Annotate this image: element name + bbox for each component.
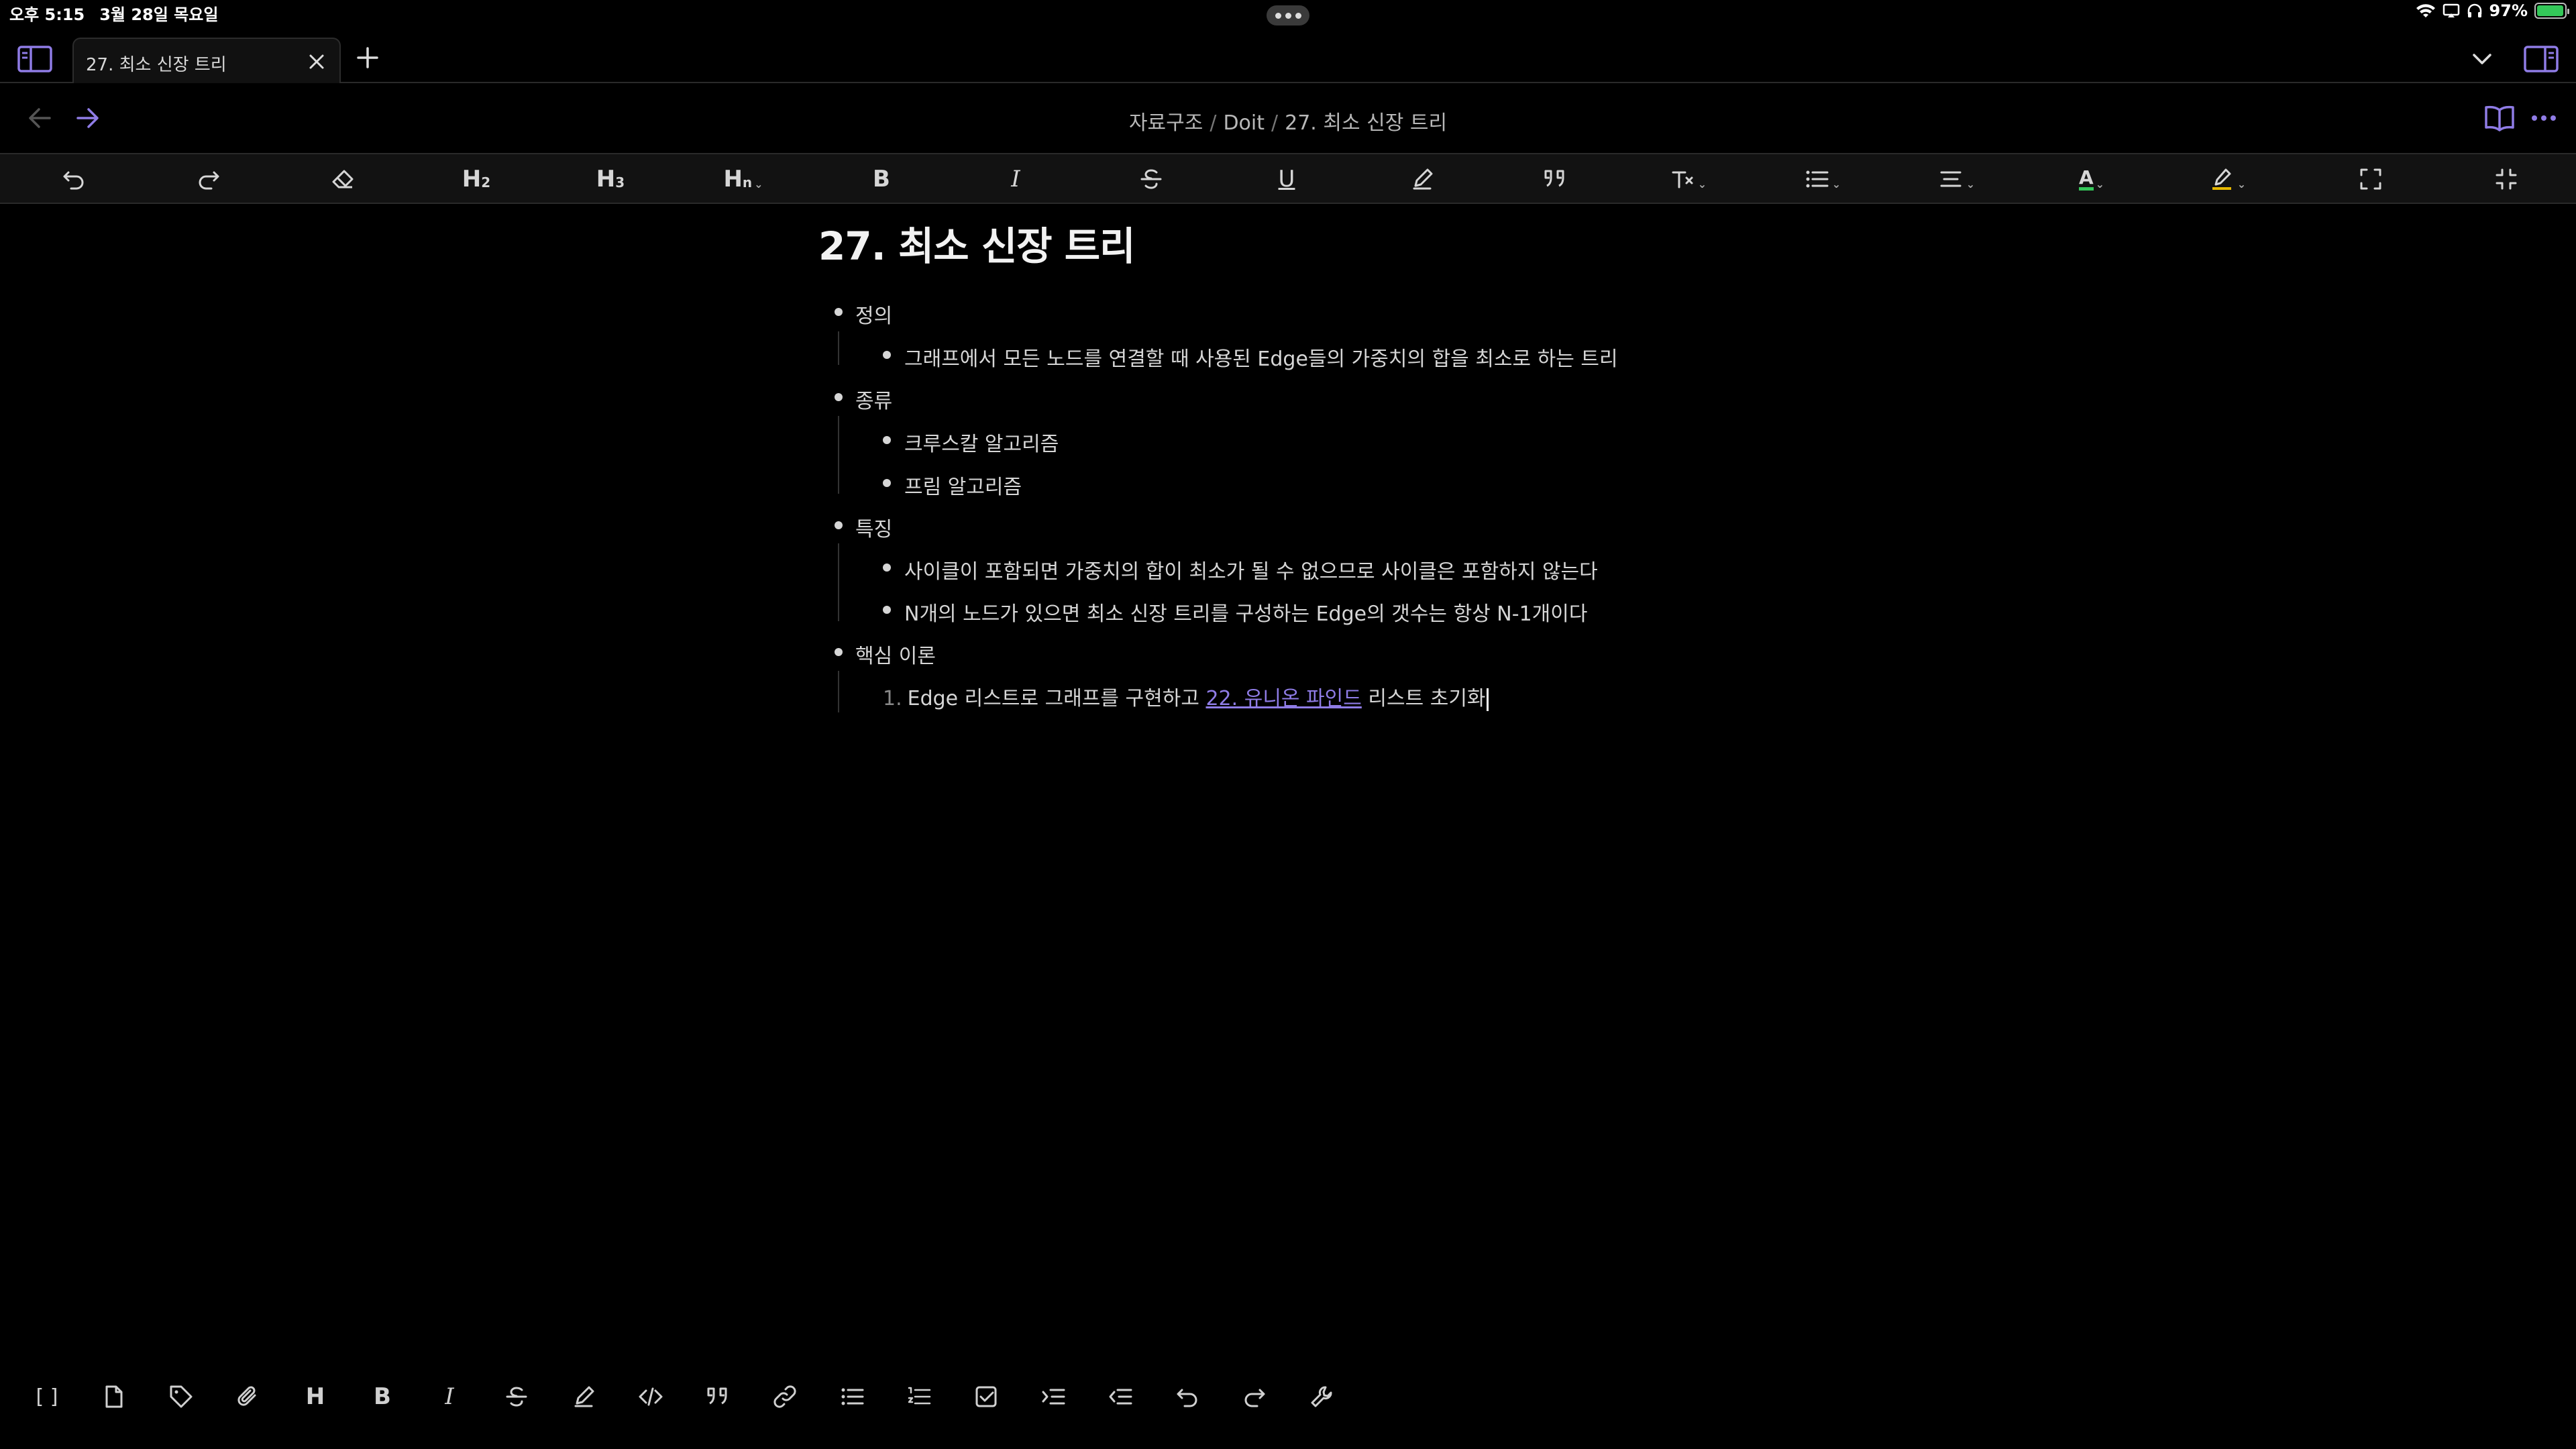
status-indicators: 97% — [2416, 1, 2569, 20]
list-bullet — [835, 648, 843, 656]
list-bullet — [835, 521, 843, 529]
undo-icon[interactable] — [54, 160, 94, 199]
italic-button[interactable]: I — [996, 160, 1036, 199]
breadcrumb-subfolder[interactable]: Doit — [1223, 111, 1265, 135]
breadcrumb: 자료구조 / Doit/27. 최소 신장 트리 — [1128, 111, 1448, 135]
paperclip-icon[interactable] — [229, 1378, 267, 1415]
page-title[interactable]: 27. 최소 신장 트리 — [818, 215, 1825, 271]
tab-bar: 27. 최소 신장 트리 — [0, 35, 2576, 83]
left-sidebar-toggle-icon[interactable] — [16, 44, 54, 74]
chevron-down-icon[interactable] — [2469, 47, 2496, 71]
navigation-bar: 자료구조 / Doit/27. 최소 신장 트리 — [0, 83, 2576, 153]
arrow-left-icon[interactable] — [25, 103, 55, 133]
indent-guide — [838, 543, 839, 621]
book-open-icon[interactable] — [2482, 102, 2517, 134]
list-item[interactable]: 사이클이 포함되면 가중치의 합이 최소가 될 수 없으므로 사이클은 포함하지… — [904, 555, 1598, 584]
status-datetime: 오후 5:15 3월 28일 목요일 — [9, 1, 233, 25]
highlighter-icon[interactable] — [1402, 160, 1442, 199]
quote-icon[interactable] — [1535, 160, 1575, 199]
close-icon[interactable] — [305, 50, 329, 74]
list-bullet — [883, 606, 891, 614]
text-cursor — [1486, 688, 1489, 711]
headphones-icon — [2467, 3, 2481, 17]
wikilink-button[interactable]: [ ] — [28, 1378, 66, 1415]
redo-icon[interactable] — [1236, 1378, 1273, 1415]
tab-title: 27. 최소 신장 트리 — [86, 55, 227, 75]
indent-icon[interactable] — [1034, 1378, 1072, 1415]
italic-button[interactable]: I — [431, 1378, 468, 1415]
right-sidebar-toggle-icon[interactable] — [2522, 44, 2560, 74]
indent-guide — [838, 416, 839, 494]
list-bullet — [835, 308, 843, 316]
eraser-icon[interactable] — [323, 160, 363, 199]
underline-button[interactable]: U — [1267, 160, 1307, 199]
list-bullet — [883, 351, 891, 359]
indent-guide — [838, 671, 839, 712]
bold-button[interactable]: B — [364, 1378, 401, 1415]
align-center-icon[interactable] — [1936, 160, 1976, 199]
list-item[interactable]: 프림 알고리즘 — [904, 470, 1022, 500]
bullet-list-icon[interactable] — [1802, 160, 1842, 199]
note-editor[interactable]: 27. 최소 신장 트리 — [818, 215, 1825, 271]
bold-button[interactable]: B — [861, 160, 902, 199]
heading-n-button[interactable]: Hn — [723, 160, 763, 199]
battery-percent: 97% — [2489, 1, 2528, 20]
file-icon[interactable] — [95, 1378, 133, 1415]
list-bullet — [883, 436, 891, 444]
strikethrough-icon[interactable] — [1131, 160, 1171, 199]
multitasking-dots[interactable] — [1267, 5, 1309, 25]
list-bullet — [883, 479, 891, 487]
bullet-list-icon[interactable] — [833, 1378, 871, 1415]
text-format-icon[interactable] — [1668, 160, 1708, 199]
ordered-list-item[interactable]: 1. Edge 리스트로 그래프를 구현하고 22. 유니온 파인드 리스트 초기… — [883, 682, 1489, 711]
breadcrumb-note[interactable]: 27. 최소 신장 트리 — [1285, 111, 1447, 135]
link-icon[interactable] — [766, 1378, 804, 1415]
highlight-color-icon[interactable] — [2207, 160, 2247, 199]
editor-toolbar: H2 H3 Hn B I U A — [0, 153, 2576, 204]
strikethrough-icon[interactable] — [498, 1378, 535, 1415]
code-icon[interactable] — [632, 1378, 669, 1415]
screen-mirror-icon — [2443, 3, 2459, 17]
new-tab-icon[interactable] — [354, 44, 381, 71]
arrow-right-icon[interactable] — [72, 103, 102, 133]
quote-icon[interactable] — [699, 1378, 737, 1415]
list-item[interactable]: 종류 — [855, 384, 892, 414]
list-bullet — [883, 564, 891, 572]
heading-button[interactable]: H — [297, 1378, 334, 1415]
status-date: 3월 28일 목요일 — [99, 5, 219, 24]
status-bar: 오후 5:15 3월 28일 목요일 97% — [0, 0, 2576, 27]
undo-icon[interactable] — [1169, 1378, 1206, 1415]
list-item[interactable]: 핵심 이론 — [855, 639, 936, 669]
numbered-list-icon[interactable] — [900, 1378, 938, 1415]
redo-icon[interactable] — [189, 160, 229, 199]
list-item[interactable]: 정의 — [855, 299, 892, 329]
list-item[interactable]: 특징 — [855, 513, 892, 542]
outdent-icon[interactable] — [1102, 1378, 1139, 1415]
tag-icon[interactable] — [162, 1378, 200, 1415]
breadcrumb-folder[interactable]: 자료구조 — [1129, 111, 1203, 135]
heading-3-button[interactable]: H3 — [590, 160, 631, 199]
more-horizontal-icon[interactable] — [2528, 102, 2560, 134]
highlighter-icon[interactable] — [565, 1378, 602, 1415]
wrench-icon[interactable] — [1303, 1378, 1340, 1415]
mobile-toolbar: [ ] H B I — [0, 1368, 2576, 1422]
indent-guide — [838, 331, 839, 365]
tab-active[interactable]: 27. 최소 신장 트리 — [72, 38, 341, 83]
checkbox-icon[interactable] — [967, 1378, 1005, 1415]
list-item[interactable]: 크루스칼 알고리즘 — [904, 427, 1059, 457]
list-item[interactable]: 그래프에서 모든 노드를 연결할 때 사용된 Edge들의 가중치의 합을 최소… — [904, 342, 1618, 372]
internal-link[interactable]: 22. 유니온 파인드 — [1205, 687, 1361, 710]
status-time: 오후 5:15 — [9, 5, 85, 24]
fullscreen-icon[interactable] — [2351, 160, 2391, 199]
list-bullet — [835, 393, 843, 401]
collapse-icon[interactable] — [2486, 160, 2526, 199]
heading-2-button[interactable]: H2 — [456, 160, 496, 199]
wifi-icon — [2416, 4, 2435, 17]
battery-icon — [2534, 3, 2569, 19]
list-item[interactable]: N개의 노드가 있으면 최소 신장 트리를 구성하는 Edge의 갯수는 항상 … — [904, 597, 1587, 627]
text-color-button[interactable]: A — [2072, 160, 2112, 199]
